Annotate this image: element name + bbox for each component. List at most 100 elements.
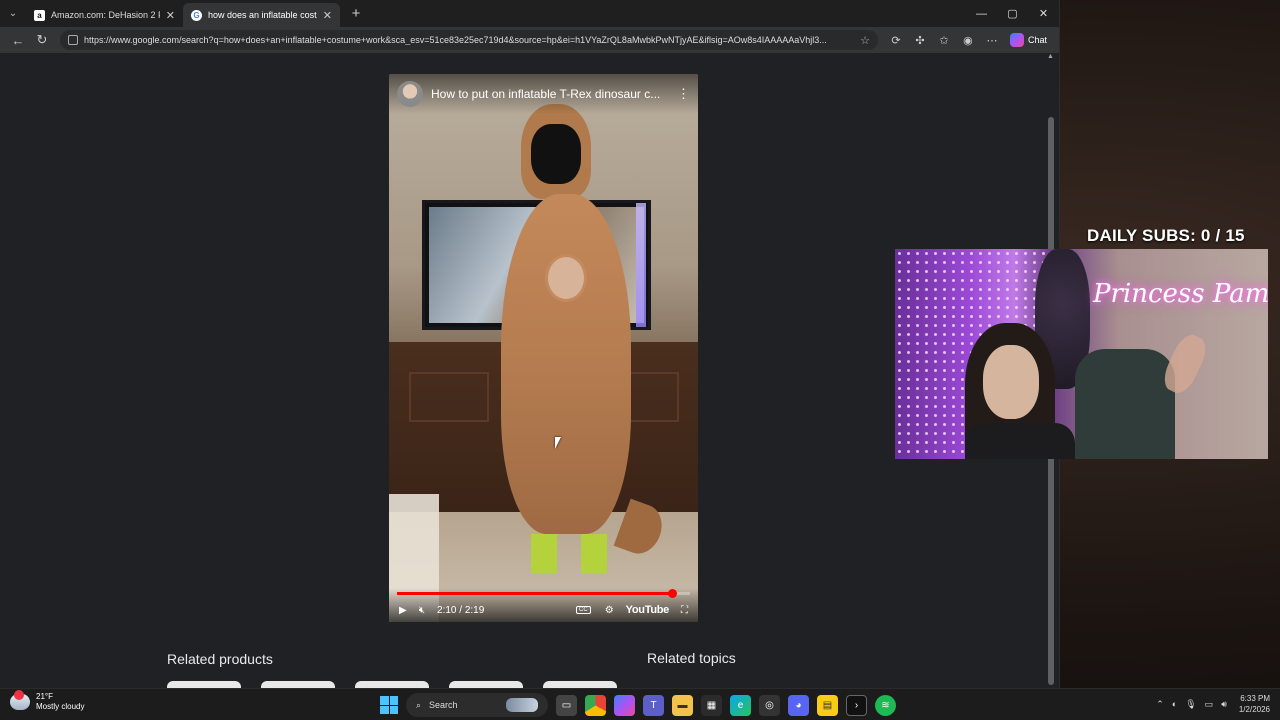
weather-widget[interactable]: 21°F Mostly cloudy [10,690,84,712]
play-icon[interactable]: ▶ [399,605,407,616]
video-controls: ▶ 🔇︎ 2:10 / 2:19 CC ⚙ YouTube ⛶ [389,588,698,622]
streamer [965,323,1075,459]
search-label: Search [429,700,458,710]
taskbar: 21°F Mostly cloudy ⌕ Search ▭ T ▬ ▦ e ◎ … [0,688,1280,720]
weather-text: 21°F Mostly cloudy [36,692,84,712]
daily-subs-label: DAILY SUBS: [1087,226,1196,245]
terminal-icon[interactable]: › [846,694,867,716]
taskbar-search[interactable]: ⌕ Search [406,693,548,717]
dinosaur-leg [531,534,557,574]
daily-subs-counter: DAILY SUBS: 0 / 15 [1087,226,1245,246]
teams-icon[interactable]: T [643,694,664,716]
fullscreen-icon[interactable]: ⛶ [681,605,688,616]
video-title[interactable]: How to put on inflatable T-Rex dinosaur … [431,87,669,101]
webcam-feed: Princess Pamela [895,249,1268,459]
spotify-icon[interactable]: ≋ [875,694,896,716]
chat-label: Chat [1027,35,1047,45]
minimize-icon[interactable]: — [966,0,997,27]
video-player[interactable]: How to put on inflatable T-Rex dinosaur … [389,74,698,622]
taskbar-apps: ⌕ Search ▭ T ▬ ▦ e ◎ ◕ ▤ › ≋ [380,693,896,717]
back-icon[interactable]: ← [6,33,30,48]
microphone-icon[interactable]: 🎙︎ [1185,699,1196,710]
discord-icon[interactable]: ◕ [788,694,809,716]
url-field[interactable]: https://www.google.com/search?q=how+does… [60,30,878,50]
neon-sign: Princess Pamela [1093,279,1268,309]
dinosaur-head [521,104,591,199]
window-controls: — ▢ ✕ [966,0,1059,27]
extension-puzzle-icon[interactable]: ✣ [908,34,932,47]
video-control-row: ▶ 🔇︎ 2:10 / 2:19 CC ⚙ YouTube ⛶ [389,600,698,620]
copilot-icon [1009,33,1024,47]
amazon-icon: a [34,9,45,21]
video-progress-fill [397,592,673,595]
video-scene-tv-glow [636,203,646,327]
google-icon: G [191,9,202,21]
video-more-icon[interactable]: ⋮ [677,86,690,102]
close-tab-icon[interactable]: ✕ [323,9,332,22]
clock-time: 6:33 PM [1240,694,1270,703]
close-tab-icon[interactable]: ✕ [166,9,175,22]
volume-icon[interactable]: 🔊︎ [1221,699,1227,710]
clock[interactable]: 6:33 PM 1/2/2026 [1239,693,1270,715]
favorites-icon[interactable]: ✩ [932,34,956,47]
dinosaur-body [501,194,631,534]
gaming-chair [1075,349,1175,459]
site-info-icon[interactable] [68,35,78,45]
video-scene-drawer [409,372,489,422]
weather-condition: Mostly cloudy [36,702,85,711]
video-header: How to put on inflatable T-Rex dinosaur … [389,74,698,114]
weather-alert-badge [14,690,24,700]
wearer-face [545,254,587,302]
maximize-icon[interactable]: ▢ [997,0,1028,27]
obs-icon[interactable]: ◎ [759,694,780,716]
video-scene-dinosaur-costume [501,104,669,574]
new-tab-button[interactable]: + [344,5,368,22]
tab-google-search[interactable]: G how does an inflatable costume w ✕ [183,3,340,27]
tab-label: Amazon.com: DeHasion 2 Packs In [51,10,160,20]
dinosaur-leg [581,534,607,574]
scroll-up-icon[interactable]: ▲ [1047,53,1054,60]
settings-gear-icon[interactable]: ⚙ [605,605,614,616]
task-view-icon[interactable]: ▭ [556,694,577,716]
refresh-icon[interactable]: ↻ [30,32,54,48]
mute-icon[interactable]: 🔇︎ [419,605,425,616]
youtube-logo[interactable]: YouTube [626,604,670,616]
mouse-cursor-icon [555,437,561,449]
start-windows-icon[interactable] [380,696,398,714]
extensions-icon[interactable]: ⟳ [884,34,908,47]
temperature: 21°F [36,692,53,701]
search-highlight-icon [506,698,538,712]
url-text: https://www.google.com/search?q=how+does… [84,35,827,45]
video-progress-bar[interactable] [397,589,690,598]
tab-amazon[interactable]: a Amazon.com: DeHasion 2 Packs In ✕ [26,3,183,27]
related-products-heading: Related products [167,651,273,667]
chevron-up-icon[interactable]: ⌃ [1156,699,1164,710]
copilot-app-icon[interactable] [614,694,635,716]
captions-icon[interactable]: CC [576,606,591,614]
profile-icon[interactable]: ◉ [956,34,980,47]
video-scrubber-knob[interactable] [668,589,678,598]
daily-subs-value: 0 / 15 [1200,226,1245,245]
tab-label: how does an inflatable costume w [208,10,317,20]
related-topics-heading: Related topics [647,650,736,666]
sticky-notes-icon[interactable]: ▤ [817,694,838,716]
copilot-chat-button[interactable]: Chat [1004,33,1053,47]
app-tray-icon[interactable]: ◐ [1172,699,1177,709]
close-window-icon[interactable]: ✕ [1028,0,1059,27]
edge-icon[interactable]: e [730,694,751,716]
clock-date: 1/2/2026 [1238,705,1270,714]
favorite-star-icon[interactable]: ☆ [860,34,870,47]
cloud-icon [10,690,30,710]
chrome-icon[interactable] [585,694,606,716]
streamer-face [983,345,1039,419]
more-menu-icon[interactable]: ⋯ [980,34,1004,47]
tab-actions-menu-icon[interactable]: ⌄ [0,0,26,27]
channel-avatar[interactable] [397,81,423,107]
system-tray: ⌃ ◐ 🎙︎ ▭ 🔊︎ 6:33 PM 1/2/2026 [1156,693,1270,715]
store-icon[interactable]: ▦ [701,694,722,716]
network-icon[interactable]: ▭ [1205,699,1214,710]
file-explorer-icon[interactable]: ▬ [672,694,693,716]
video-time: 2:10 / 2:19 [437,604,485,616]
tab-bar: ⌄ a Amazon.com: DeHasion 2 Packs In ✕ G … [0,0,1059,27]
desktop: ⌄ a Amazon.com: DeHasion 2 Packs In ✕ G … [0,0,1280,720]
